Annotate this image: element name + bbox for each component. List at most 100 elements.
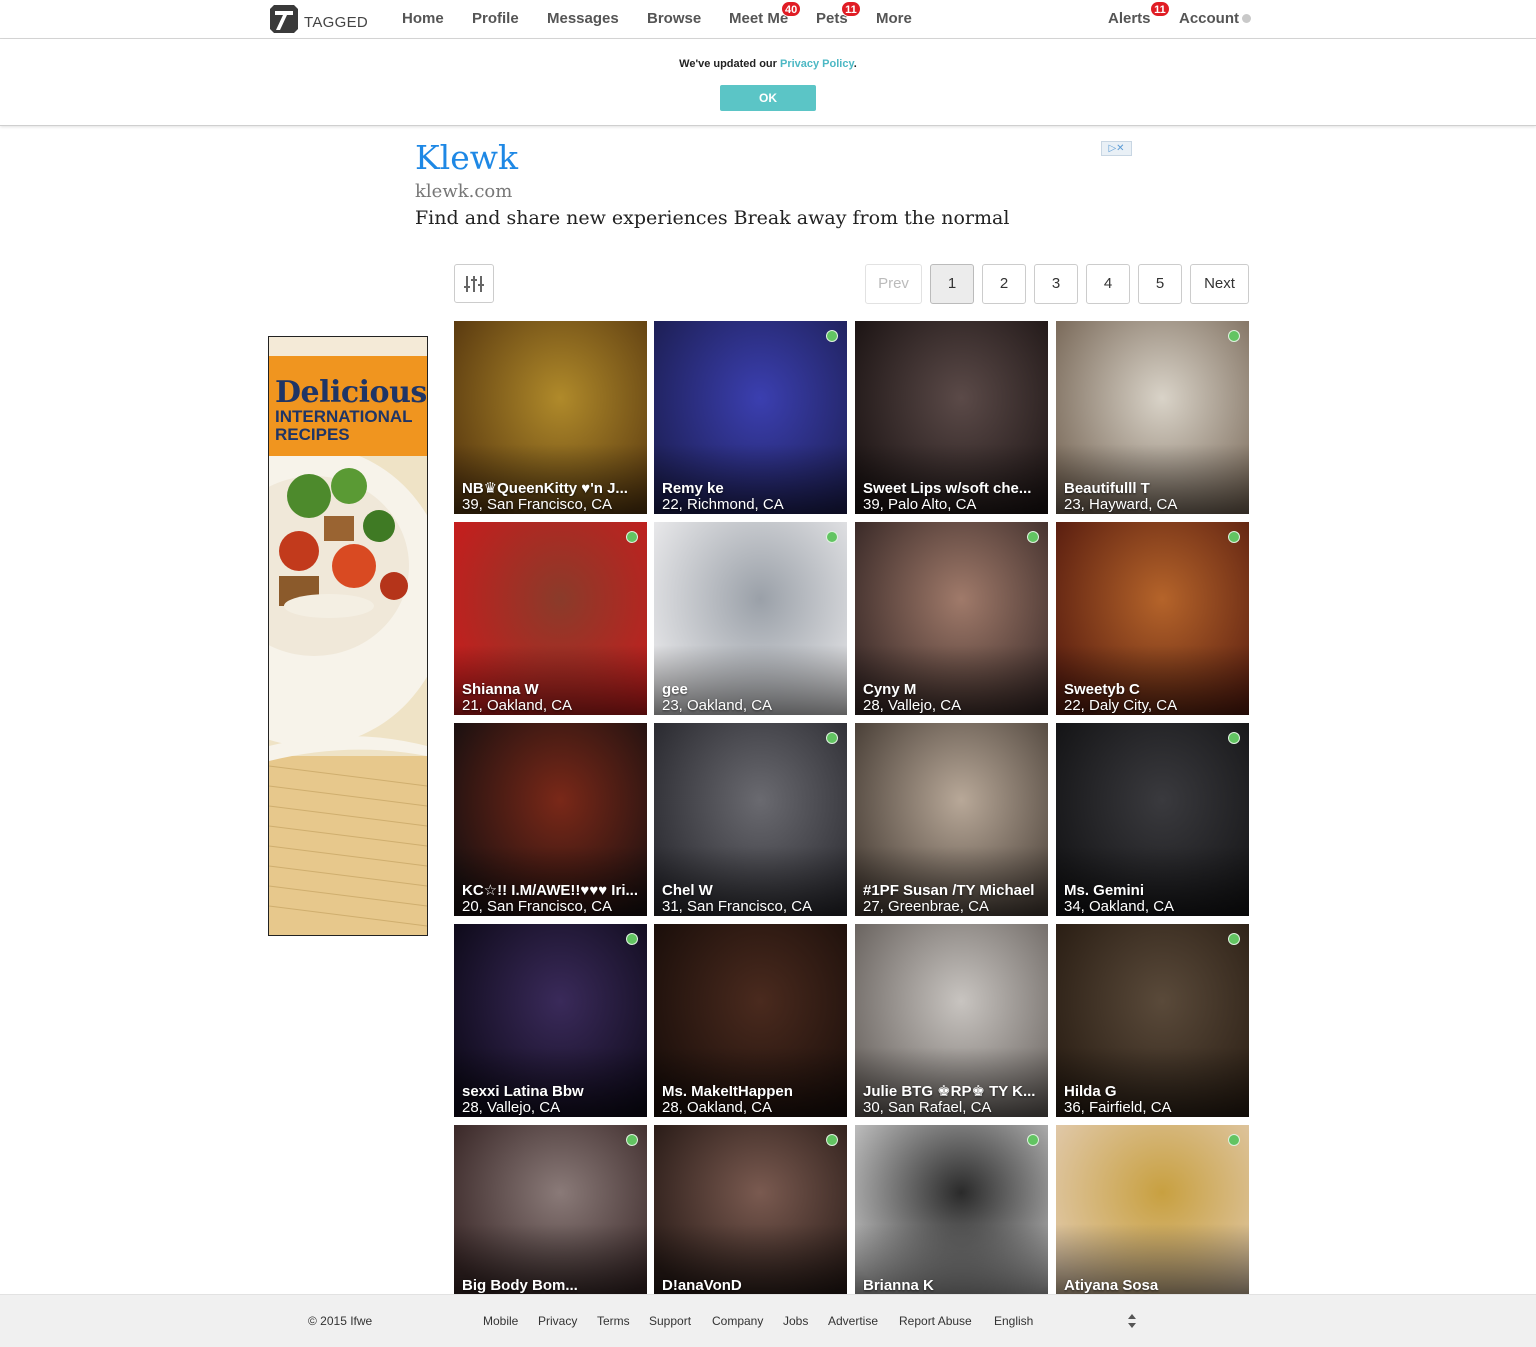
nav-browse[interactable]: Browse xyxy=(647,10,701,27)
nav-alerts[interactable]: Alerts 11 xyxy=(1108,1,1170,27)
footer-link-report-abuse[interactable]: Report Abuse xyxy=(899,1314,972,1328)
profile-card[interactable]: D!anaVonD xyxy=(654,1125,847,1294)
profile-card[interactable]: #1PF Susan /TY Michael 27, Greenbrae, CA xyxy=(855,723,1048,916)
footer-link-support[interactable]: Support xyxy=(649,1314,691,1328)
side-ad-line3: RECIPES xyxy=(275,425,350,444)
profile-name: Remy ke xyxy=(662,480,724,497)
online-status-icon xyxy=(626,531,638,543)
profile-card[interactable]: Big Body Bom... xyxy=(454,1125,647,1294)
profile-card[interactable]: sexxi Latina Bbw 28, Vallejo, CA xyxy=(454,924,647,1117)
top-text-ad[interactable]: Klewk klewk.com Find and share new exper… xyxy=(415,138,1135,238)
pagination-page-2[interactable]: 2 xyxy=(982,264,1026,304)
nav-alerts-label: Alerts xyxy=(1108,10,1151,27)
footer-link-mobile[interactable]: Mobile xyxy=(483,1314,518,1328)
privacy-policy-link[interactable]: Privacy Policy xyxy=(780,58,854,70)
food-bowl-image xyxy=(269,456,427,935)
nav-account[interactable]: Account xyxy=(1179,10,1251,27)
profile-name: Brianna K xyxy=(863,1277,934,1294)
profile-age-location: 39, Palo Alto, CA xyxy=(863,496,977,513)
copyright: © 2015 Ifwe xyxy=(308,1314,373,1328)
ad-url[interactable]: klewk.com xyxy=(415,181,512,202)
profile-card[interactable]: Remy ke 22, Richmond, CA xyxy=(654,321,847,514)
profile-age-location: 23, Hayward, CA xyxy=(1064,496,1178,513)
ad-choices-icon[interactable]: ▷✕ xyxy=(1101,141,1132,156)
profile-card[interactable]: Ms. Gemini 34, Oakland, CA xyxy=(1056,723,1249,916)
filter-button[interactable] xyxy=(454,264,494,303)
profile-age-location: 30, San Rafael, CA xyxy=(863,1099,992,1116)
online-status-icon xyxy=(1228,933,1240,945)
nav-profile[interactable]: Profile xyxy=(472,10,519,27)
profile-age-location: 31, San Francisco, CA xyxy=(662,898,813,915)
alerts-count-badge: 11 xyxy=(1150,1,1170,17)
top-navigation-bar: TAGGED Home Profile Messages Browse Meet… xyxy=(0,0,1536,39)
profile-card[interactable]: Sweetyb C 22, Daly City, CA xyxy=(1056,522,1249,715)
profile-age-location: 21, Oakland, CA xyxy=(462,697,573,714)
profile-card[interactable]: Sweet Lips w/soft che... 39, Palo Alto, C… xyxy=(855,321,1048,514)
nav-pets[interactable]: Pets 11 xyxy=(816,1,861,27)
profile-card[interactable]: Chel W 31, San Francisco, CA xyxy=(654,723,847,916)
profile-name: sexxi Latina Bbw xyxy=(462,1083,584,1100)
tagged-logo-icon xyxy=(270,5,298,33)
footer-link-company[interactable]: Company xyxy=(712,1314,763,1328)
profile-age-location: 28, Oakland, CA xyxy=(662,1099,773,1116)
nav-more[interactable]: More xyxy=(876,10,912,27)
profile-name: gee xyxy=(662,681,688,698)
profile-card[interactable]: Hilda G 36, Fairfield, CA xyxy=(1056,924,1249,1117)
profile-card[interactable]: gee 23, Oakland, CA xyxy=(654,522,847,715)
profile-card[interactable]: Cyny M 28, Vallejo, CA xyxy=(855,522,1048,715)
profile-name: #1PF Susan /TY Michael xyxy=(863,882,1035,899)
profile-name: Shianna W xyxy=(462,681,539,698)
tagged-logo[interactable]: TAGGED xyxy=(268,3,378,35)
nav-home[interactable]: Home xyxy=(402,10,444,27)
sliders-icon xyxy=(464,276,484,292)
pagination-page-4[interactable]: 4 xyxy=(1086,264,1130,304)
nav-meet-me[interactable]: Meet Me 40 xyxy=(729,1,802,27)
footer-link-privacy[interactable]: Privacy xyxy=(538,1314,577,1328)
profile-card[interactable]: Julie BTG ♚RP♚ TY K... 30, San Rafael, CA xyxy=(855,924,1048,1117)
profile-age-location: 34, Oakland, CA xyxy=(1064,898,1175,915)
profile-card[interactable]: Atiyana Sosa xyxy=(1056,1125,1249,1294)
profile-name: Ms. Gemini xyxy=(1064,882,1145,899)
profile-age-location: 23, Oakland, CA xyxy=(662,697,773,714)
profile-card[interactable]: Brianna K xyxy=(855,1125,1048,1294)
pagination-prev[interactable]: Prev xyxy=(865,264,922,304)
online-status-icon xyxy=(1027,1134,1039,1146)
profile-card[interactable]: NB♛QueenKitty ♥'n J... 39, San Francisco,… xyxy=(454,321,647,514)
profile-name: Sweetyb C xyxy=(1064,681,1140,698)
online-status-icon xyxy=(1027,531,1039,543)
footer-link-terms[interactable]: Terms xyxy=(597,1314,630,1328)
profile-card[interactable]: Shianna W 21, Oakland, CA xyxy=(454,522,647,715)
profile-name: Beautifulll T xyxy=(1064,480,1150,497)
privacy-notice-text: We've updated our Privacy Policy. xyxy=(0,58,1536,70)
profile-card[interactable]: Ms. MakeItHappen 28, Oakland, CA xyxy=(654,924,847,1117)
nav-meet-me-label: Meet Me xyxy=(729,10,789,27)
language-select[interactable]: English xyxy=(994,1314,1033,1328)
footer-link-jobs[interactable]: Jobs xyxy=(783,1314,808,1328)
online-status-icon xyxy=(1228,330,1240,342)
profile-age-location: 39, San Francisco, CA xyxy=(462,496,613,513)
pagination-page-5[interactable]: 5 xyxy=(1138,264,1182,304)
side-ad-line2: INTERNATIONAL xyxy=(275,407,413,426)
profile-age-location: 28, Vallejo, CA xyxy=(863,697,962,714)
profile-name: Chel W xyxy=(662,882,713,899)
profile-card[interactable]: KC☆!! I.M/AWE!!♥♥♥ Iri... 20, San Francis… xyxy=(454,723,647,916)
footer-link-advertise[interactable]: Advertise xyxy=(828,1314,878,1328)
pagination-next[interactable]: Next xyxy=(1190,264,1249,304)
profile-card[interactable]: Beautifulll T 23, Hayward, CA xyxy=(1056,321,1249,514)
meet-me-count-badge: 40 xyxy=(781,1,802,17)
nav-messages[interactable]: Messages xyxy=(547,10,619,27)
language-select-arrows-icon[interactable] xyxy=(1127,1312,1137,1330)
online-status-icon xyxy=(1228,531,1240,543)
side-banner-ad[interactable]: Delicious INTERNATIONAL RECIPES xyxy=(268,336,428,936)
pagination-page-1[interactable]: 1 xyxy=(930,264,974,304)
ok-button[interactable]: OK xyxy=(720,85,816,111)
pets-count-badge: 11 xyxy=(841,1,861,17)
profile-age-location: 28, Vallejo, CA xyxy=(462,1099,561,1116)
online-status-icon xyxy=(1228,1134,1240,1146)
logo-text: TAGGED xyxy=(304,14,369,31)
pagination-page-3[interactable]: 3 xyxy=(1034,264,1078,304)
profile-name: Hilda G xyxy=(1064,1083,1117,1100)
ad-title[interactable]: Klewk xyxy=(415,138,518,177)
profile-age-location: 22, Richmond, CA xyxy=(662,496,784,513)
online-status-icon xyxy=(626,933,638,945)
